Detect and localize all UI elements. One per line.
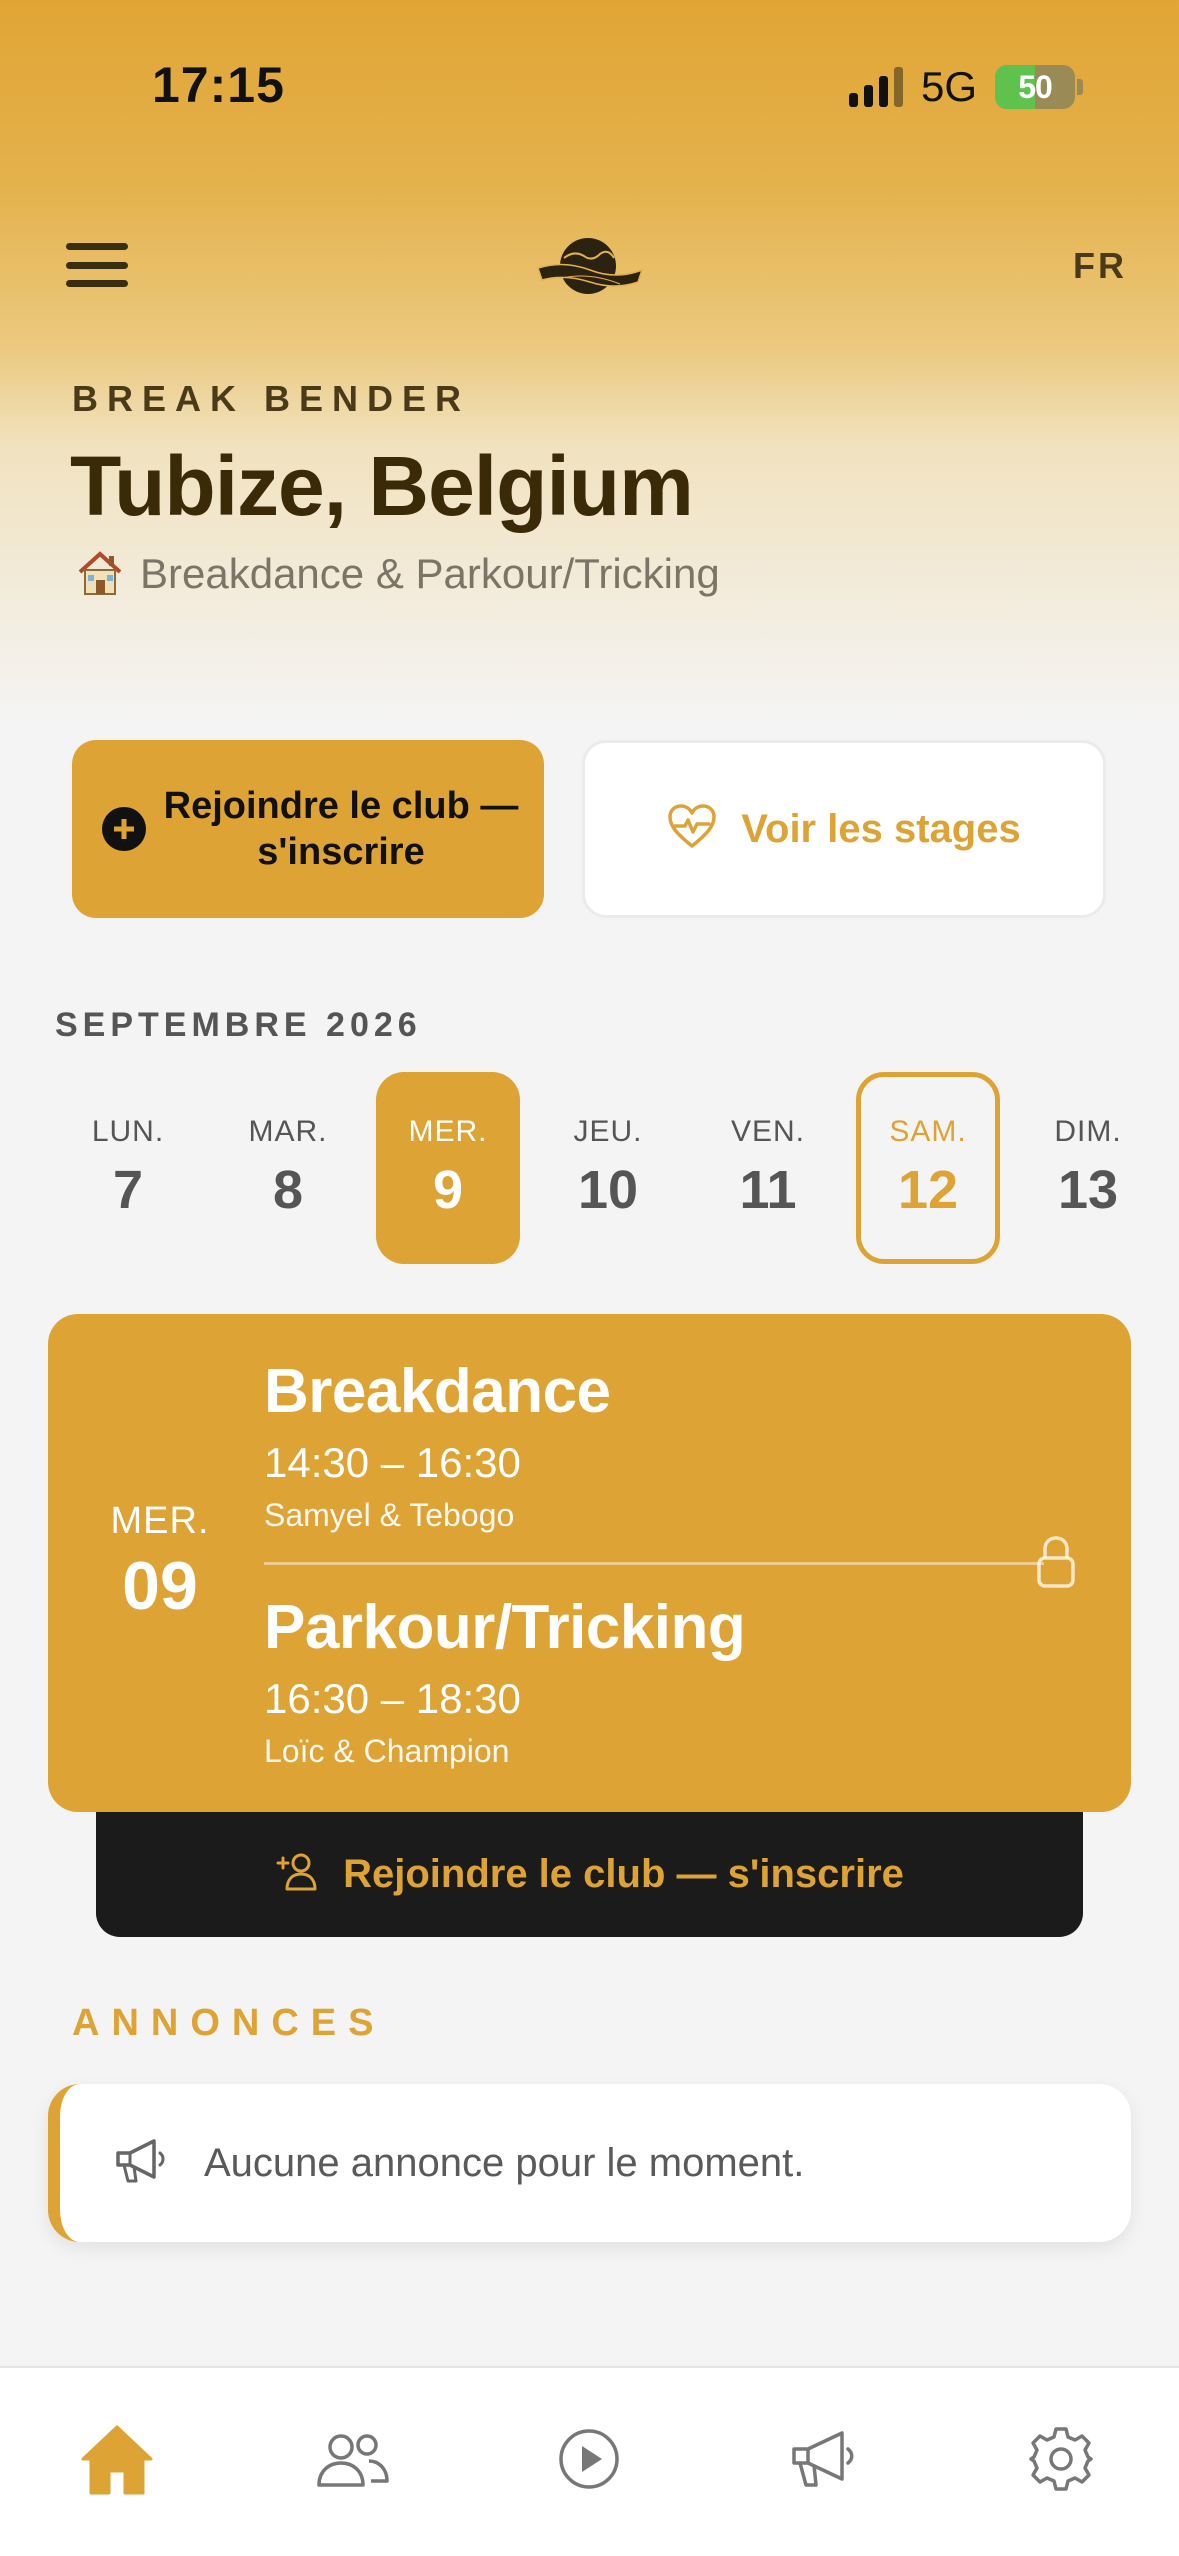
club-city: Tubize, Belgium (70, 439, 694, 533)
announcements-title: ANNONCES (72, 2002, 386, 2044)
calendar-day-number: 7 (112, 1160, 144, 1220)
disciplines-text: Breakdance & Parkour/Tricking (140, 550, 720, 597)
calendar-day[interactable]: LUN. 7 (56, 1072, 200, 1264)
tab-home[interactable] (72, 2414, 162, 2504)
session-card[interactable]: MER. 09 Breakdance 14:30 – 16:30 Samyel … (48, 1314, 1131, 1812)
session-date: MER. 09 (110, 1500, 210, 1625)
tab-settings[interactable] (1016, 2414, 1106, 2504)
session-join-label: Rejoindre le club — s'inscrire (343, 1852, 904, 1896)
calendar-day[interactable]: JEU. 10 (536, 1072, 680, 1264)
calendar-day[interactable]: MER. 9 (376, 1072, 520, 1264)
plus-circle-icon (102, 807, 146, 851)
calendar-day-number: 11 (739, 1160, 797, 1220)
calendar-day-name: MER. (408, 1115, 488, 1148)
session-divider (264, 1562, 1044, 1565)
tab-announcements[interactable] (780, 2414, 870, 2504)
network-label: 5G (920, 63, 977, 110)
status-time: 17:15 (152, 57, 285, 113)
tab-members[interactable] (308, 2414, 398, 2504)
calendar-day-name: LUN. (91, 1115, 165, 1148)
club-logo (534, 232, 646, 300)
session-day-name: MER. (110, 1500, 210, 1542)
users-icon (317, 2434, 389, 2487)
session-item[interactable]: Breakdance 14:30 – 16:30 Samyel & Tebogo (264, 1356, 611, 1534)
calendar-day-number: 9 (432, 1160, 464, 1220)
session-join-button[interactable]: Rejoindre le club — s'inscrire (96, 1792, 1083, 1937)
signal-icon (848, 67, 903, 107)
calendar-day-name: SAM. (889, 1115, 967, 1148)
house-icon (74, 548, 126, 600)
home-icon (81, 2425, 153, 2495)
language-switch[interactable]: FR (1073, 245, 1127, 287)
battery-icon: 50 (995, 65, 1075, 109)
calendar-day-name: VEN. (730, 1115, 806, 1148)
join-club-button[interactable]: Rejoindre le club — s'inscrire (72, 740, 544, 918)
session-coaches: Loïc & Champion (264, 1733, 510, 1769)
session-time: 14:30 – 16:30 (264, 1439, 521, 1486)
announcements-empty-card: Aucune annonce pour le moment. (48, 2084, 1131, 2242)
settings-icon (1029, 2427, 1093, 2491)
add-user-icon (275, 1851, 321, 1898)
lock-icon (1036, 1534, 1076, 1590)
session-time: 16:30 – 18:30 (264, 1675, 521, 1722)
calendar-day-name: MAR. (248, 1115, 328, 1148)
announcements-empty-text: Aucune annonce pour le moment. (204, 2140, 805, 2185)
join-club-label: Rejoindre le club — s'inscrire (163, 785, 519, 873)
calendar-day[interactable]: MAR. 8 (216, 1072, 360, 1264)
calendar-day-name: JEU. (573, 1115, 643, 1148)
calendar-day-number: 13 (1057, 1160, 1119, 1220)
calendar-day[interactable]: DIM. 13 (1016, 1072, 1160, 1264)
session-day-number: 09 (122, 1548, 198, 1624)
menu-icon[interactable] (66, 243, 128, 287)
club-disciplines: Breakdance & Parkour/Tricking (74, 548, 720, 600)
calendar-day-number: 10 (577, 1160, 639, 1220)
week-strip: LUN. 7 MAR. 8 MER. 9 JEU. 10 VEN. 11 SAM. 12 DIM. 13 (0, 1072, 1179, 1266)
megaphone-icon (114, 2135, 170, 2192)
calendar-day[interactable]: VEN. 11 (696, 1072, 840, 1264)
session-coaches: Samyel & Tebogo (264, 1497, 515, 1533)
battery-nub (1077, 79, 1083, 95)
play-icon (559, 2429, 619, 2489)
calendar-day-name: DIM. (1054, 1115, 1122, 1148)
club-brand: BREAK BENDER (72, 378, 471, 419)
bottom-tab-bar (0, 2366, 1179, 2556)
calendar-month: SEPTEMBRE 2026 (55, 1006, 422, 1044)
view-stages-button[interactable]: Voir les stages (582, 740, 1106, 918)
session-item[interactable]: Parkour/Tricking 16:30 – 18:30 Loïc & Ch… (264, 1592, 746, 1770)
megaphone-icon (792, 2431, 854, 2487)
calendar-day[interactable]: SAM. 12 (856, 1072, 1000, 1264)
heart-pulse-icon (667, 803, 717, 855)
tab-videos[interactable] (544, 2414, 634, 2504)
status-indicators: 5G 50 (848, 62, 1083, 112)
session-title: Parkour/Tricking (264, 1593, 746, 1662)
calendar-day-number: 8 (272, 1160, 304, 1220)
view-stages-label: Voir les stages (741, 806, 1021, 851)
calendar-day-number: 12 (897, 1160, 959, 1220)
session-title: Breakdance (264, 1357, 611, 1426)
battery-level: 50 (1018, 68, 1053, 105)
